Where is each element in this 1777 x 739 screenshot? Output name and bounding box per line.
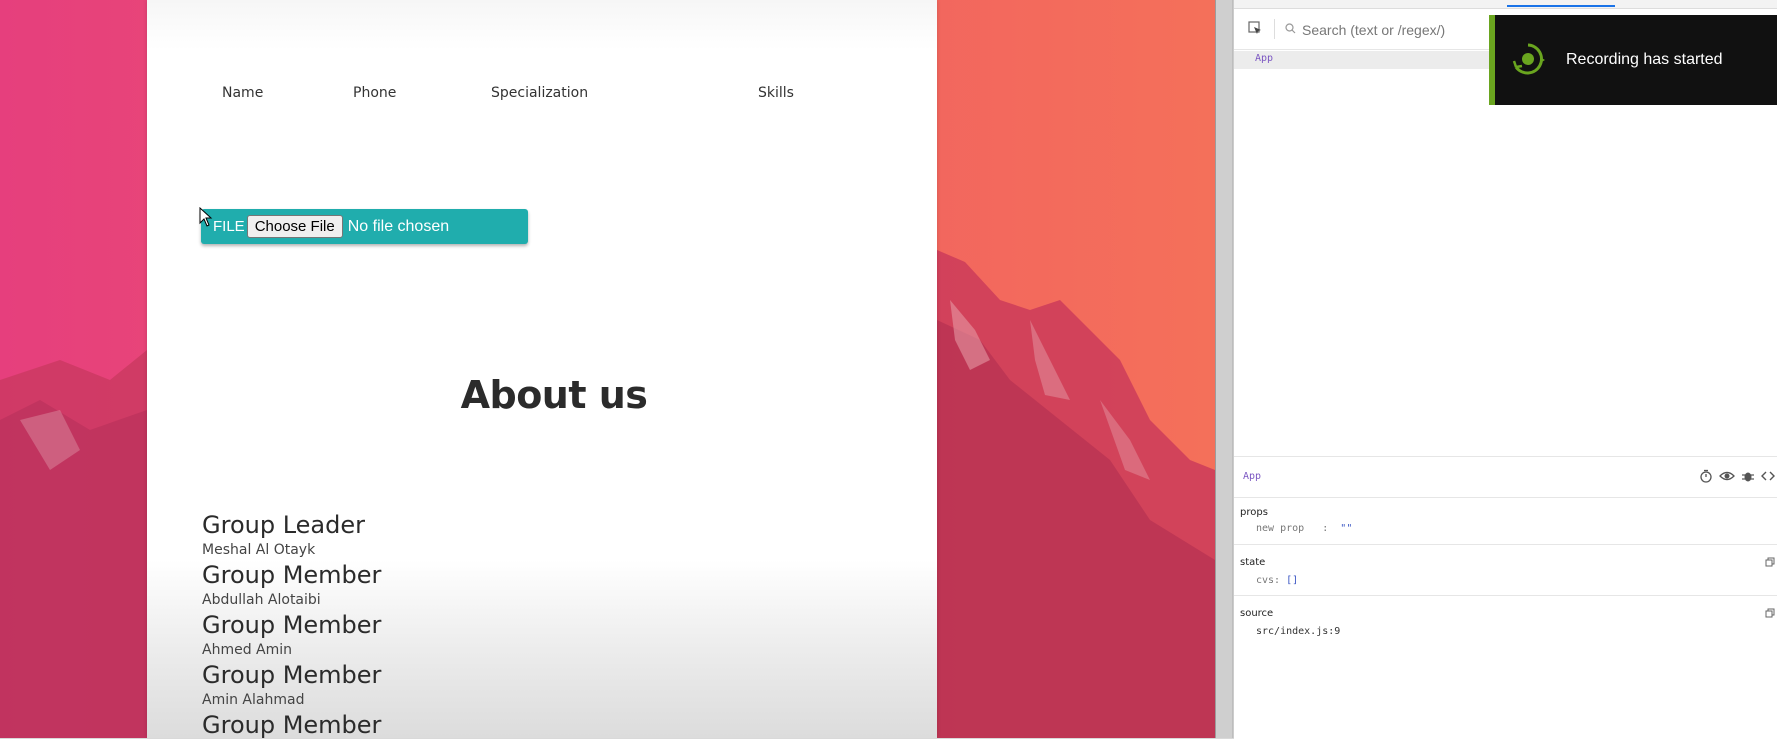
devtools-tab-strip xyxy=(1234,0,1777,9)
file-label: FILE xyxy=(213,218,245,235)
component-search-input[interactable] xyxy=(1300,17,1504,43)
source-title: source xyxy=(1240,608,1274,619)
member-name: Amin Alahmad xyxy=(202,692,305,708)
state-row: cvs: [] xyxy=(1256,575,1298,586)
member-role: Group Member xyxy=(202,661,382,689)
state-title: state xyxy=(1240,557,1266,568)
props-title: props xyxy=(1240,507,1268,518)
copy-icon[interactable] xyxy=(1765,608,1775,618)
state-value[interactable]: [] xyxy=(1286,575,1298,586)
selected-component-name: App xyxy=(1243,471,1262,482)
file-upload-box: FILE Choose File No file chosen xyxy=(201,209,528,244)
search-icon xyxy=(1285,23,1296,34)
member-role: Group Member xyxy=(202,711,382,738)
mouse-cursor-icon xyxy=(199,207,213,227)
recording-toast: Recording has started xyxy=(1489,15,1777,105)
about-us-heading: About us xyxy=(460,373,648,417)
component-inspector: App props new prop: "" state cvs: [] so… xyxy=(1234,456,1777,739)
member-name: Meshal Al Otayk xyxy=(202,542,316,558)
inspector-actions xyxy=(1699,469,1775,483)
source-section: source src/index.js:9 xyxy=(1234,596,1777,646)
member-name: Abdullah Alotaibi xyxy=(202,592,321,608)
list-item: Group Member Amin Alahmad xyxy=(202,660,381,710)
state-section: state cvs: [] xyxy=(1234,545,1777,596)
member-role: Group Leader xyxy=(202,511,365,539)
tree-item-label: App xyxy=(1255,53,1274,64)
prop-value[interactable]: "" xyxy=(1340,523,1352,534)
source-location[interactable]: src/index.js:9 xyxy=(1256,626,1340,637)
copy-icon[interactable] xyxy=(1765,557,1775,567)
member-name: Ahmed Amin xyxy=(202,642,293,658)
props-section: props new prop : "" xyxy=(1234,498,1777,545)
selected-component-bar: App xyxy=(1234,457,1777,498)
element-picker-icon[interactable] xyxy=(1248,21,1262,35)
header-name: Name xyxy=(222,85,264,101)
members-list: Group Leader Meshal Al Otayk Group Membe… xyxy=(202,510,381,738)
list-item: Group Leader Meshal Al Otayk xyxy=(202,510,381,560)
choose-file-button[interactable]: Choose File xyxy=(246,215,343,238)
state-key: cvs: xyxy=(1256,575,1281,586)
new-prop-row[interactable]: new prop : "" xyxy=(1256,523,1352,534)
devtools-panel: App Recording has started App xyxy=(1233,0,1777,739)
member-role: Group Member xyxy=(202,611,382,639)
prop-key: new prop xyxy=(1256,523,1305,534)
header-phone: Phone xyxy=(353,85,397,101)
header-skills: Skills xyxy=(758,85,794,101)
file-status: No file chosen xyxy=(347,217,450,235)
eye-icon[interactable] xyxy=(1719,469,1735,483)
table-header-row: Name Phone Specialization Skills xyxy=(147,85,937,105)
toolbar-separator xyxy=(1274,19,1275,39)
panel-resize-handle[interactable] xyxy=(1215,0,1233,738)
member-role: Group Member xyxy=(202,561,382,589)
list-item: Group Member Abdullah Alotaibi xyxy=(202,560,381,610)
toast-message: Recording has started xyxy=(1566,51,1723,68)
recording-icon xyxy=(1512,43,1545,75)
header-specialization: Specialization xyxy=(491,85,589,101)
source-code-icon[interactable] xyxy=(1761,469,1775,483)
list-item: Group Member Ahmed Amin xyxy=(202,610,381,660)
list-item: Group Member xyxy=(202,710,381,738)
page-card: Name Phone Specialization Skills FILE Ch… xyxy=(147,0,937,738)
browser-viewport: Name Phone Specialization Skills FILE Ch… xyxy=(0,0,1215,738)
stopwatch-icon[interactable] xyxy=(1699,469,1713,483)
active-tab-indicator xyxy=(1507,5,1615,7)
bug-icon[interactable] xyxy=(1741,469,1755,483)
